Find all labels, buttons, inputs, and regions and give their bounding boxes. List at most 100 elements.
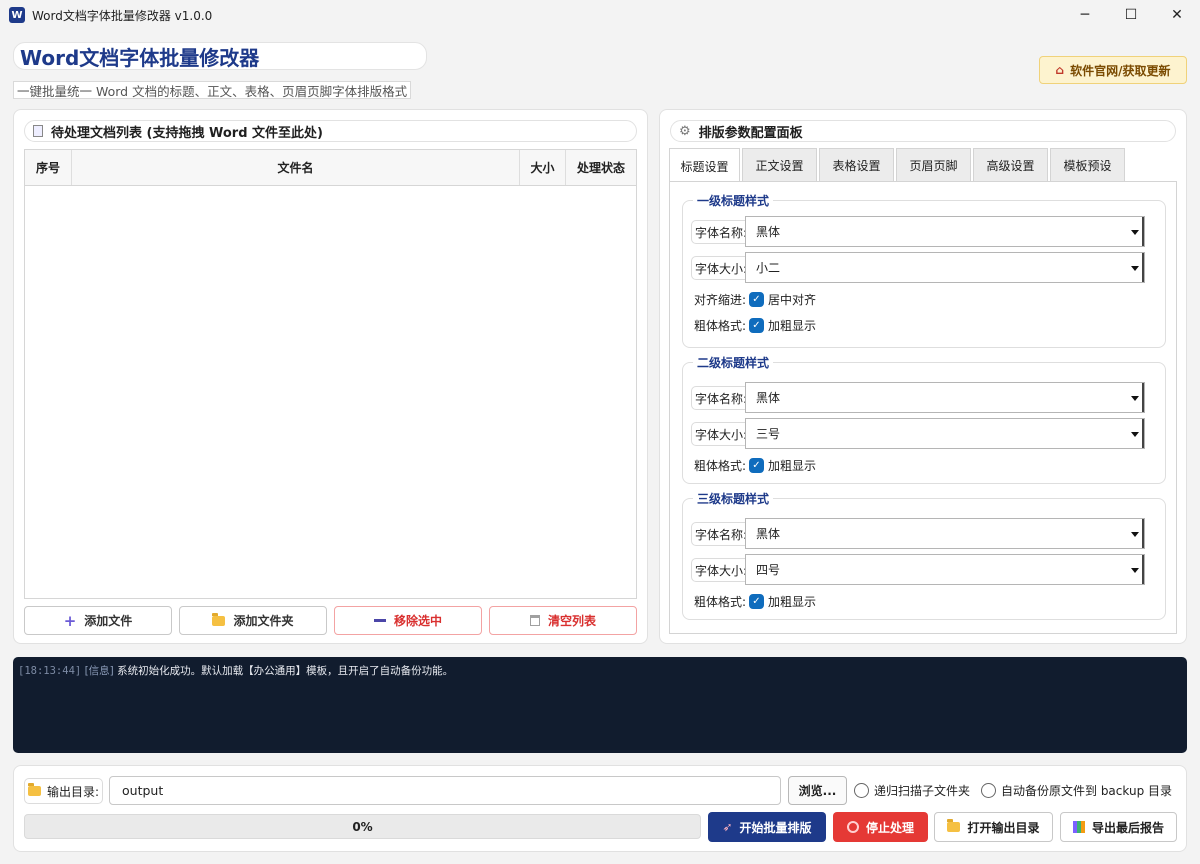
log-console[interactable]: [18:13:44] [信息] 系统初始化成功。默认加载【办公通用】模板，且开启… xyxy=(13,657,1187,753)
column-header-status[interactable]: 处理状态 xyxy=(566,150,636,185)
browse-button[interactable]: 浏览... xyxy=(788,776,847,805)
font-size-row: 字体大小: xyxy=(691,256,752,280)
center-align-checkbox[interactable]: ✓ 居中对齐 xyxy=(749,291,816,308)
font-name-value: 黑体 xyxy=(756,391,781,405)
group-title: 三级标题样式 xyxy=(693,490,774,507)
progress-text: 0% xyxy=(352,819,373,834)
file-table[interactable]: 序号 文件名 大小 处理状态 xyxy=(24,149,637,599)
trash-icon xyxy=(529,615,540,626)
add-folder-label: 添加文件夹 xyxy=(233,614,294,628)
rocket-icon: ➶ xyxy=(722,820,733,834)
group-title: 二级标题样式 xyxy=(693,354,774,371)
open-output-button[interactable]: 打开输出目录 xyxy=(934,812,1053,842)
font-size-select[interactable]: 三号 xyxy=(745,418,1145,449)
progress-bar: 0% xyxy=(24,814,701,839)
select-edge xyxy=(1142,519,1144,548)
font-size-row: 字体大小: xyxy=(691,422,752,446)
app-logo-icon: W xyxy=(9,7,25,23)
checkmark-icon: ✓ xyxy=(749,458,764,473)
font-size-value: 四号 xyxy=(756,563,781,577)
checkbox-unchecked-icon xyxy=(854,783,869,798)
font-name-row: 字体名称: xyxy=(691,386,752,410)
window-controls: ─ ☐ ✕ xyxy=(1062,0,1200,30)
output-dir-input[interactable]: output xyxy=(109,776,781,805)
font-size-row: 字体大小: xyxy=(691,558,752,582)
add-file-label: 添加文件 xyxy=(84,614,133,628)
update-button[interactable]: ⌂ 软件官网/获取更新 xyxy=(1039,56,1187,84)
column-header-size[interactable]: 大小 xyxy=(520,150,566,185)
font-name-label: 字体名称: xyxy=(691,220,752,244)
center-align-label: 居中对齐 xyxy=(768,293,817,307)
select-edge xyxy=(1142,383,1144,412)
clear-list-label: 清空列表 xyxy=(547,614,596,628)
title-bar: W Word文档字体批量修改器 v1.0.0 ─ ☐ ✕ xyxy=(0,0,1200,30)
font-name-select[interactable]: 黑体 xyxy=(745,518,1145,549)
checkmark-icon: ✓ xyxy=(749,318,764,333)
tab-heading-settings[interactable]: 标题设置 xyxy=(669,148,740,183)
log-timestamp: [18:13:44] xyxy=(18,665,82,677)
output-dir-label-text: 输出目录: xyxy=(46,784,100,799)
bottom-controls: 输出目录: output 浏览... 递归扫描子文件夹 自动备份原文件到 bac… xyxy=(13,765,1187,852)
folder-icon xyxy=(27,783,41,796)
tab-template-presets[interactable]: 模板预设 xyxy=(1050,148,1125,182)
bold-label: 粗体格式: xyxy=(691,592,750,610)
recursive-scan-checkbox[interactable]: 递归扫描子文件夹 xyxy=(854,782,970,799)
tab-table-settings[interactable]: 表格设置 xyxy=(819,148,894,182)
log-message: 系统初始化成功。默认加载【办公通用】模板，且开启了自动备份功能。 xyxy=(117,665,454,677)
add-file-button[interactable]: + 添加文件 xyxy=(24,606,172,635)
font-size-label: 字体大小: xyxy=(691,422,752,446)
font-name-row: 字体名称: xyxy=(691,220,752,244)
tab-advanced-settings[interactable]: 高级设置 xyxy=(973,148,1048,182)
file-actions: + 添加文件 添加文件夹 移除选中 清空列表 xyxy=(24,606,637,635)
config-panel-title: ⚙ 排版参数配置面板 xyxy=(670,120,1176,142)
close-icon[interactable]: ✕ xyxy=(1154,0,1200,30)
heading-level-2-group: 二级标题样式 字体名称: 黑体 字体大小: 三号 粗体格式: ✓ 加粗显示 xyxy=(682,354,1166,484)
select-edge xyxy=(1142,555,1144,584)
export-report-label: 导出最后报告 xyxy=(1091,820,1164,835)
font-size-value: 小二 xyxy=(756,261,781,275)
column-header-filename[interactable]: 文件名 xyxy=(72,150,520,185)
minus-icon xyxy=(373,619,386,622)
bold-check-label: 加粗显示 xyxy=(768,319,817,333)
select-edge xyxy=(1142,253,1144,282)
font-size-label: 字体大小: xyxy=(691,558,752,582)
heading-level-3-group: 三级标题样式 字体名称: 黑体 字体大小: 四号 粗体格式: ✓ 加粗显示 xyxy=(682,490,1166,620)
font-name-select[interactable]: 黑体 xyxy=(745,216,1145,247)
font-size-select[interactable]: 小二 xyxy=(745,252,1145,283)
bold-label: 粗体格式: xyxy=(691,316,750,334)
maximize-icon[interactable]: ☐ xyxy=(1108,0,1154,30)
update-button-label: 软件官网/获取更新 xyxy=(1070,63,1171,78)
column-header-index[interactable]: 序号 xyxy=(25,150,72,185)
remove-selected-button[interactable]: 移除选中 xyxy=(334,606,482,635)
stop-icon xyxy=(846,821,859,833)
file-list-title: 待处理文档列表 (支持拖拽 Word 文件至此处) xyxy=(24,120,637,142)
file-table-header: 序号 文件名 大小 处理状态 xyxy=(25,150,636,186)
add-folder-button[interactable]: 添加文件夹 xyxy=(179,606,327,635)
remove-selected-label: 移除选中 xyxy=(393,614,442,628)
group-title: 一级标题样式 xyxy=(693,192,774,209)
app-subtitle: 一键批量统一 Word 文档的标题、正文、表格、页眉页脚字体排版格式 xyxy=(13,81,412,99)
font-name-select[interactable]: 黑体 xyxy=(745,382,1145,413)
start-batch-button[interactable]: ➶ 开始批量排版 xyxy=(708,812,826,842)
bold-checkbox[interactable]: ✓ 加粗显示 xyxy=(749,457,816,474)
minimize-icon[interactable]: ─ xyxy=(1062,0,1108,30)
bold-check-label: 加粗显示 xyxy=(768,595,817,609)
bold-checkbox[interactable]: ✓ 加粗显示 xyxy=(749,317,816,334)
align-label: 对齐缩进: xyxy=(691,290,750,308)
export-report-button[interactable]: 导出最后报告 xyxy=(1060,812,1177,842)
bold-checkbox[interactable]: ✓ 加粗显示 xyxy=(749,593,816,610)
tab-body-settings[interactable]: 正文设置 xyxy=(742,148,817,182)
stop-button[interactable]: 停止处理 xyxy=(833,812,928,842)
auto-backup-label: 自动备份原文件到 backup 目录 xyxy=(1001,784,1173,798)
stop-label: 停止处理 xyxy=(865,820,914,835)
checkmark-icon: ✓ xyxy=(749,292,764,307)
font-name-row: 字体名称: xyxy=(691,522,752,546)
start-batch-label: 开始批量排版 xyxy=(739,820,812,835)
bold-row: 粗体格式: xyxy=(691,456,750,474)
folder-icon xyxy=(212,612,226,626)
clear-list-button[interactable]: 清空列表 xyxy=(489,606,637,635)
auto-backup-checkbox[interactable]: 自动备份原文件到 backup 目录 xyxy=(981,782,1172,799)
font-name-value: 黑体 xyxy=(756,225,781,239)
tab-header-footer[interactable]: 页眉页脚 xyxy=(896,148,971,182)
font-size-select[interactable]: 四号 xyxy=(745,554,1145,585)
